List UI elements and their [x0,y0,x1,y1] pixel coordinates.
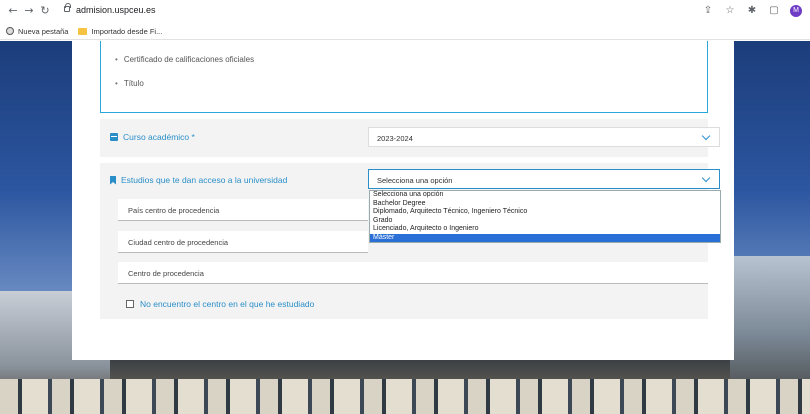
back-icon[interactable]: ← [6,4,20,18]
city-field[interactable]: Ciudad centro de procedencia [118,231,368,253]
center-field[interactable]: Centro de procedencia [118,262,708,284]
profile-avatar[interactable]: M [790,5,802,17]
lock-icon [64,3,71,12]
chevron-down-icon [701,131,711,141]
folder-icon [78,27,88,35]
studies-label: Estudios que te dan acceso a la universi… [110,175,287,185]
browser-chrome: ← → ↻ admision.uspceu.es ⇪ ☆ ✱ ▢ M Nueva… [0,0,810,40]
globe-icon [6,27,14,35]
dropdown-option[interactable]: Licenciado, Arquitecto o Ingeniero [370,225,720,234]
calendar-icon [110,133,118,141]
dropdown-option[interactable]: Bachelor Degree [370,200,720,209]
forward-icon[interactable]: → [22,4,36,18]
address-bar-row: ← → ↻ admision.uspceu.es ⇪ ☆ ✱ ▢ M [0,0,810,22]
country-field[interactable]: País centro de procedencia [118,199,368,221]
bookmarks-bar: Nueva pestaña Importado desde Fi... [0,22,810,40]
bookmark-icon [110,175,116,185]
academic-year-section: Curso académico * 2023-2024 [100,119,720,157]
not-found-checkbox[interactable] [126,300,134,308]
not-found-checkbox-row[interactable]: No encuentro el centro en el que he estu… [126,299,314,309]
dropdown-option[interactable]: Máster [370,233,720,242]
dropdown-option[interactable]: Diplomado, Arquitecto Técnico, Ingeniero… [370,208,720,217]
academic-year-label: Curso académico * [110,132,195,142]
dropdown-option[interactable]: Grado [370,217,720,226]
bookmark-new-tab[interactable]: Nueva pestaña [6,27,68,36]
document-item: Certificado de calificaciones oficiales [115,55,254,64]
toolbar-icons: ⇪ ☆ ✱ ▢ M [702,4,802,18]
extensions-icon[interactable]: ✱ [746,5,758,17]
bookmark-imported[interactable]: Importado desde Fi... [78,27,162,36]
building-image-bottom [0,379,810,414]
studies-dropdown-list: Selecciona una opción Bachelor Degree Di… [369,190,721,243]
studies-select[interactable]: Selecciona una opción [368,169,720,189]
reload-icon[interactable]: ↻ [38,4,52,18]
documents-box: Certificado de calificaciones oficiales … [100,41,708,113]
address-bar[interactable]: admision.uspceu.es [56,3,696,19]
chevron-down-icon [701,173,711,183]
share-icon[interactable]: ⇪ [702,5,714,17]
dropdown-option[interactable]: Selecciona una opción [370,191,720,200]
document-item: Título [115,79,144,88]
sidebar-icon[interactable]: ▢ [768,5,780,17]
star-icon[interactable]: ☆ [724,5,736,17]
url-text: admision.uspceu.es [76,5,156,15]
academic-year-select[interactable]: 2023-2024 [368,127,720,147]
